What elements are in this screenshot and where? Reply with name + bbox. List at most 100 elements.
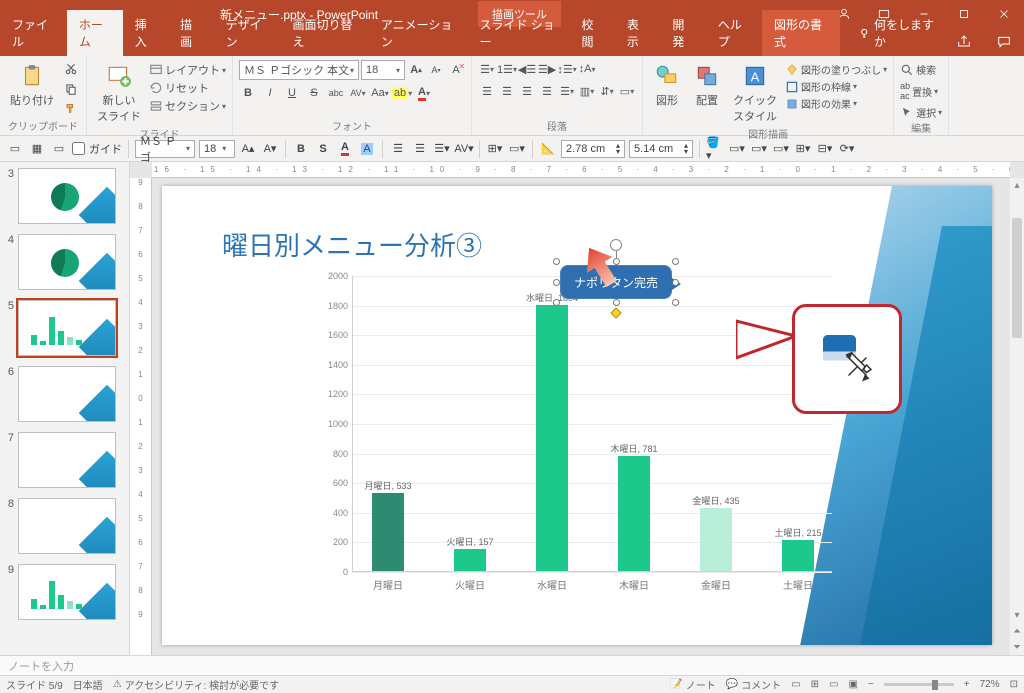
tab-transitions[interactable]: 画面切り替え xyxy=(281,10,369,56)
shape-effects-button[interactable]: 図形の効果▾ xyxy=(785,96,887,111)
slide-thumbnail-5[interactable]: 5 xyxy=(4,300,125,356)
quick-group[interactable]: ⊞▾ xyxy=(794,140,812,158)
vertical-scrollbar[interactable]: ▴ ▾ ⏶ ⏷ xyxy=(1010,178,1024,655)
increase-font-button[interactable]: A▴ xyxy=(407,61,425,79)
quick-bold[interactable]: B xyxy=(292,140,310,158)
quick-grid-button[interactable]: ▦ xyxy=(28,140,46,158)
slide-thumbnail-3[interactable]: 3 xyxy=(4,168,125,224)
tab-file[interactable]: ファイル xyxy=(0,10,67,56)
tell-me-search[interactable]: 何をしますか xyxy=(852,10,944,56)
sorter-view-button[interactable]: ⊞ xyxy=(811,679,819,690)
quick-align[interactable]: ⊞▾ xyxy=(486,140,504,158)
section-button[interactable]: セクション▾ xyxy=(149,98,226,114)
resize-handle[interactable] xyxy=(613,299,620,306)
font-size-select[interactable]: 18▾ xyxy=(361,60,405,80)
align-center-button[interactable]: ☰ xyxy=(498,82,516,100)
scroll-thumb[interactable] xyxy=(1012,218,1022,338)
resize-handle[interactable] xyxy=(672,299,679,306)
zoom-level[interactable]: 72% xyxy=(980,679,1000,690)
zoom-in-button[interactable]: + xyxy=(964,679,970,690)
select-button[interactable]: 選択▾ xyxy=(900,105,942,120)
zoom-slider[interactable] xyxy=(884,683,954,686)
notes-toggle[interactable]: 📝ノート xyxy=(670,677,715,692)
resize-handle[interactable] xyxy=(672,279,679,286)
next-slide-icon[interactable]: ⏷ xyxy=(1010,642,1024,653)
new-slide-button[interactable]: 新しい スライド xyxy=(93,60,145,126)
quick-bring-front[interactable]: ▭▾ xyxy=(750,140,768,158)
bullets-button[interactable]: ☰▾ xyxy=(478,60,496,78)
bold-button[interactable]: B xyxy=(239,84,257,102)
clear-formatting-button[interactable]: A✕ xyxy=(447,61,465,79)
shape-fill-button[interactable]: 図形の塗りつぶし▾ xyxy=(785,62,887,77)
tab-draw[interactable]: 描画 xyxy=(168,10,213,56)
language-indicator[interactable]: 日本語 xyxy=(73,677,103,692)
quick-align-left[interactable]: ☰ xyxy=(389,140,407,158)
tab-help[interactable]: ヘルプ xyxy=(706,10,762,56)
arrange-button[interactable]: 配置 xyxy=(689,60,725,110)
find-button[interactable]: 検索 xyxy=(900,62,936,77)
slide-thumbnail-9[interactable]: 9 xyxy=(4,564,125,620)
font-color-button[interactable]: A▾ xyxy=(415,84,433,102)
strikethrough-button[interactable]: S xyxy=(305,84,323,102)
notes-pane[interactable]: ノートを入力 xyxy=(0,655,1024,675)
reset-button[interactable]: リセット xyxy=(149,80,226,96)
fit-to-window-button[interactable]: ⊡ xyxy=(1010,679,1018,690)
paste-button[interactable]: 貼り付け xyxy=(6,60,58,110)
quick-click-button[interactable]: ▭ xyxy=(50,140,68,158)
tab-design[interactable]: デザイン xyxy=(214,10,281,56)
font-name-select[interactable]: ＭＳ Ｐゴシック 本文▾ xyxy=(239,60,359,80)
quick-shrink-font[interactable]: A▾ xyxy=(261,140,279,158)
quick-strike[interactable]: S xyxy=(314,140,332,158)
tab-view[interactable]: 表示 xyxy=(615,10,660,56)
underline-button[interactable]: U xyxy=(283,84,301,102)
quick-align-center[interactable]: ☰ xyxy=(411,140,429,158)
text-shadow-button[interactable]: abc xyxy=(327,84,345,102)
quick-spacing[interactable]: AV▾ xyxy=(455,140,473,158)
increase-indent-button[interactable]: ☰▶ xyxy=(538,60,556,78)
slide-thumbnails-pane[interactable]: 3456789 xyxy=(0,162,130,655)
italic-button[interactable]: I xyxy=(261,84,279,102)
quick-align-objects[interactable]: ⊟▾ xyxy=(816,140,834,158)
close-button[interactable] xyxy=(984,0,1024,28)
quick-fill[interactable]: 🪣▾ xyxy=(706,140,724,158)
resize-handle[interactable] xyxy=(553,279,560,286)
tab-insert[interactable]: 挿入 xyxy=(123,10,168,56)
quick-font-color[interactable]: A xyxy=(336,140,354,158)
cut-button[interactable] xyxy=(62,60,80,78)
tab-developer[interactable]: 開発 xyxy=(660,10,705,56)
shape-width-input[interactable]: 5.14 cm▴▾ xyxy=(629,140,693,158)
scroll-up-icon[interactable]: ▴ xyxy=(1010,180,1024,191)
slide-title[interactable]: 曜日別メニュー分析③ xyxy=(222,226,482,263)
resize-handle[interactable] xyxy=(672,258,679,265)
align-right-button[interactable]: ☰ xyxy=(518,82,536,100)
quick-font-select[interactable]: ＭＳ Ｐゴ▾ xyxy=(135,140,195,158)
layout-button[interactable]: レイアウト▾ xyxy=(149,62,226,78)
format-painter-button[interactable] xyxy=(62,100,80,118)
tab-home[interactable]: ホーム xyxy=(67,10,123,56)
replace-button[interactable]: abac置換▾ xyxy=(900,81,938,101)
slide-indicator[interactable]: スライド 5/9 xyxy=(6,677,63,692)
normal-view-button[interactable]: ▭ xyxy=(791,679,800,690)
smartart-button[interactable]: ▭▾ xyxy=(618,82,636,100)
quick-styles-button[interactable]: Aクイック スタイル xyxy=(729,60,781,126)
resize-handle[interactable] xyxy=(613,258,620,265)
numbering-button[interactable]: 1☰▾ xyxy=(498,60,516,78)
tab-shape-format[interactable]: 図形の書式 xyxy=(762,10,840,56)
align-text-button[interactable]: ⇵▾ xyxy=(598,82,616,100)
character-spacing-button[interactable]: AV▾ xyxy=(349,84,367,102)
shape-height-input[interactable]: 2.78 cm▴▾ xyxy=(561,140,625,158)
copy-button[interactable] xyxy=(62,80,80,98)
justify-button[interactable]: ☰ xyxy=(538,82,556,100)
text-direction-button[interactable]: ↕A▾ xyxy=(578,60,596,78)
resize-handle[interactable] xyxy=(553,258,560,265)
maximize-button[interactable] xyxy=(944,0,984,28)
selected-shape-callout[interactable]: ナポリタン完売 xyxy=(556,261,676,303)
change-case-button[interactable]: Aa▾ xyxy=(371,84,389,102)
quick-order[interactable]: ▭▾ xyxy=(508,140,526,158)
tab-animations[interactable]: アニメーション xyxy=(369,10,468,56)
comments-toggle[interactable]: 💬コメント xyxy=(726,677,781,692)
highlight-button[interactable]: ab▾ xyxy=(393,84,411,102)
accessibility-indicator[interactable]: ⚠アクセシビリティ: 検討が必要です xyxy=(113,677,279,692)
quick-show-hide-button[interactable]: ▭ xyxy=(6,140,24,158)
decrease-indent-button[interactable]: ◀☰ xyxy=(518,60,536,78)
